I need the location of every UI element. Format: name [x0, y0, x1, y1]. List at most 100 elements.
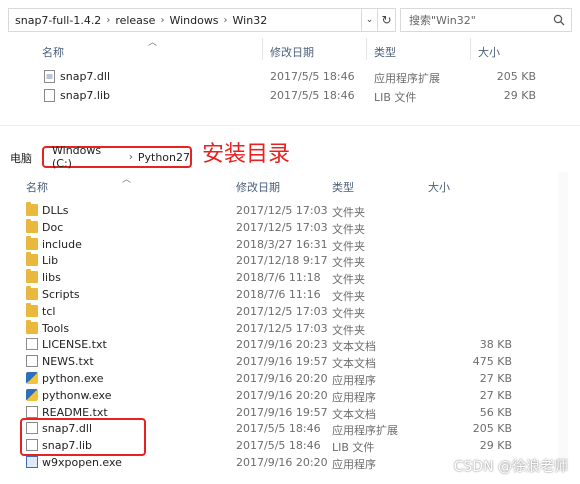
text-file-icon: [26, 405, 38, 418]
column-header-date[interactable]: 修改日期: [236, 179, 280, 195]
vertical-scrollbar[interactable]: [558, 172, 568, 472]
file-row[interactable]: w9xpopen.exe 2017/9/16 20:20 应用程序: [26, 454, 526, 471]
column-header-date[interactable]: 修改日期: [270, 44, 314, 60]
sort-arrow-icon: ︿: [148, 38, 158, 48]
breadcrumb-item[interactable]: Win32: [233, 14, 268, 27]
file-name: NEWS.txt: [42, 355, 94, 369]
file-date: 2017/9/16 20:20: [236, 388, 328, 402]
file-date: 2017/5/5 18:46: [270, 70, 355, 83]
file-date: 2017/12/5 17:03: [236, 304, 328, 318]
address-bar-highlight[interactable]: Windows (C:) › Python27: [42, 144, 192, 170]
breadcrumb-item[interactable]: Windows: [169, 14, 218, 27]
file-row[interactable]: NEWS.txt 2017/9/16 19:57 文本文档 475 KB: [26, 353, 526, 370]
file-type: 应用程序扩展: [374, 72, 440, 85]
folder-row[interactable]: libs 2018/7/6 11:18 文件夹: [26, 269, 526, 286]
file-type: 文本文档: [332, 357, 376, 371]
file-name: Doc: [42, 220, 64, 234]
file-size: 27 KB: [479, 388, 512, 402]
folder-row[interactable]: Lib 2017/12/18 9:17 文件夹: [26, 252, 526, 269]
file-size: 205 KB: [472, 422, 512, 436]
file-row[interactable]: pythonw.exe 2017/9/16 20:20 应用程序 27 KB: [26, 387, 526, 404]
file-name: include: [42, 237, 82, 251]
breadcrumb-item[interactable]: release: [115, 14, 155, 27]
file-name: DLLs: [42, 204, 69, 217]
column-header-size[interactable]: 大小: [428, 179, 450, 195]
folder-icon: [26, 269, 38, 284]
folder-row[interactable]: Scripts 2018/7/6 11:16 文件夹: [26, 286, 526, 303]
refresh-icon[interactable]: ↻: [378, 8, 396, 32]
file-row[interactable]: python.exe 2017/9/16 20:20 应用程序 27 KB: [26, 370, 526, 387]
file-size: 56 KB: [479, 405, 512, 419]
folder-row[interactable]: tcl 2017/12/5 17:03 文件夹: [26, 302, 526, 320]
breadcrumb-item[interactable]: Windows (C:): [52, 144, 124, 170]
breadcrumb-item[interactable]: snap7-full-1.4.2: [15, 14, 101, 27]
column-header-row: 名称 ︿ 修改日期 类型 大小: [0, 175, 490, 195]
snap7-files-highlight: [20, 418, 146, 456]
file-date: 2017/9/16 19:57: [236, 405, 328, 419]
file-date: 2018/7/6 11:18: [236, 271, 321, 285]
file-name: python.exe: [42, 372, 104, 385]
breadcrumb-separator-icon: ›: [128, 151, 133, 163]
file-type: 文件夹: [332, 222, 365, 236]
file-date: 2017/12/5 17:03: [236, 220, 328, 234]
column-header-type[interactable]: 类型: [374, 44, 396, 60]
folder-icon: [26, 252, 38, 267]
folder-row[interactable]: include 2018/3/27 16:31 文件夹: [26, 235, 526, 253]
watermark: CSDN @徐浪老师: [453, 459, 568, 475]
python-exe-icon: [26, 372, 38, 384]
file-type: 文件夹: [332, 290, 365, 303]
lib-file-icon: [44, 89, 55, 102]
column-divider[interactable]: [366, 38, 367, 60]
file-name: README.txt: [42, 405, 108, 419]
file-name: pythonw.exe: [42, 388, 112, 402]
breadcrumb-separator-icon: ›: [160, 14, 165, 26]
file-name: libs: [42, 271, 61, 285]
file-row[interactable]: snap7.lib 2017/5/5 18:46 LIB 文件 29 KB: [44, 87, 544, 104]
file-type: LIB 文件: [374, 91, 417, 104]
file-size: 475 KB: [472, 355, 512, 369]
file-type: 应用程序: [332, 458, 376, 471]
file-date: 2017/12/5 17:03: [236, 204, 328, 217]
search-input[interactable]: 搜索"Win32": [400, 8, 572, 32]
file-type: 文件夹: [332, 239, 365, 253]
column-header-size[interactable]: 大小: [478, 44, 500, 60]
folder-icon: [26, 302, 38, 317]
python-exe-icon: [26, 388, 38, 401]
column-header-name[interactable]: 名称: [26, 179, 48, 195]
breadcrumb-item[interactable]: Python27: [138, 151, 190, 164]
file-name: tcl: [42, 304, 56, 318]
address-bar[interactable]: snap7-full-1.4.2 › release › Windows › W…: [8, 8, 362, 32]
file-date: 2017/5/5 18:46: [270, 89, 355, 102]
file-name: LICENSE.txt: [42, 338, 107, 352]
file-row[interactable]: snap7.dll 2017/5/5 18:46 应用程序扩展 205 KB: [44, 68, 544, 85]
file-date: 2017/9/16 20:20: [236, 456, 328, 469]
file-size: 29 KB: [503, 89, 536, 102]
file-row[interactable]: LICENSE.txt 2017/9/16 20:23 文本文档 38 KB: [26, 336, 526, 353]
file-type: 文件夹: [332, 206, 365, 219]
folder-row[interactable]: DLLs 2017/12/5 17:03 文件夹: [26, 202, 526, 219]
file-date: 2017/9/16 19:57: [236, 355, 328, 369]
this-pc-label[interactable]: 电脑: [10, 150, 32, 166]
folder-icon: [26, 235, 38, 250]
column-header-name[interactable]: 名称: [42, 44, 64, 60]
file-date: 2017/9/16 20:20: [236, 372, 328, 385]
file-size: 205 KB: [496, 70, 536, 83]
file-type: 应用程序: [332, 374, 376, 387]
search-icon: [553, 14, 565, 26]
breadcrumb-separator-icon: ›: [223, 14, 228, 26]
column-divider[interactable]: [262, 38, 263, 60]
file-type: 应用程序扩展: [332, 424, 398, 438]
file-name: snap7.dll: [60, 70, 111, 83]
folder-row[interactable]: Tools 2017/12/5 17:03 文件夹: [26, 319, 526, 337]
file-type: 文件夹: [332, 323, 365, 337]
file-date: 2017/5/5 18:46: [236, 439, 321, 453]
column-header-row: ︿ 名称 修改日期 类型 大小: [0, 38, 580, 60]
column-header-type[interactable]: 类型: [332, 179, 354, 195]
folder-icon: [26, 218, 38, 233]
file-type: 应用程序: [332, 390, 376, 404]
chevron-down-icon[interactable]: ⌄: [362, 8, 378, 32]
address-bar-row: snap7-full-1.4.2 › release › Windows › W…: [0, 6, 580, 36]
column-divider[interactable]: [470, 38, 471, 60]
file-name: Lib: [42, 254, 59, 268]
folder-row[interactable]: Doc 2017/12/5 17:03 文件夹: [26, 218, 526, 236]
